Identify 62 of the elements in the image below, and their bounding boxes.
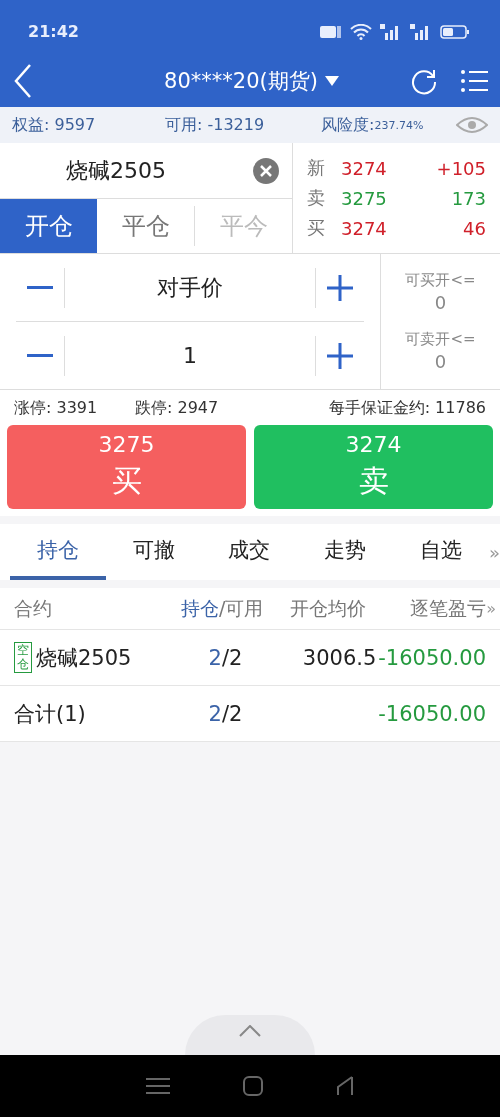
buy-button[interactable]: 3275 买 <box>7 425 246 509</box>
contract-cell-text: 合计(1) <box>14 700 86 728</box>
up-limit-text: 涨停: 3391 <box>14 398 99 419</box>
equity-text: 权益: 9597 <box>12 114 97 136</box>
caret-icon <box>323 75 340 87</box>
column-header: 合约 <box>14 595 52 621</box>
column-header: 开仓均价 <box>290 595 367 621</box>
stepper-value: 1 <box>182 343 198 368</box>
home-icon[interactable] <box>243 1076 263 1096</box>
menu-icon[interactable] <box>460 68 488 94</box>
risk-value: 237.74% <box>374 118 425 132</box>
list-tab[interactable]: 走势 <box>297 524 394 580</box>
back-icon[interactable] <box>12 63 34 99</box>
held-cell: 2 <box>208 645 222 670</box>
quote-label: 卖 <box>307 186 326 210</box>
limit-value: 0 <box>434 351 447 373</box>
plus-icon[interactable] <box>327 274 353 301</box>
refresh-icon[interactable] <box>410 67 438 95</box>
quote-price: 3275 <box>341 187 388 209</box>
column-header: /可用 <box>218 595 264 621</box>
pnl-cell: -16050.00 <box>378 645 486 670</box>
contract-cell-text: 烧碱2505 <box>36 644 132 672</box>
risk-label: 风险度: <box>321 114 375 136</box>
wifi-icon <box>350 23 372 40</box>
pnl-cell: -16050.00 <box>378 701 486 726</box>
hd-icon <box>320 23 342 40</box>
status-time: 21:42 <box>28 22 79 41</box>
limit-label: 可买开<= <box>405 270 476 290</box>
mode-tab[interactable]: 开仓 <box>0 199 97 253</box>
available-text: 可用: -13219 <box>165 114 266 136</box>
quote-change: 173 <box>451 187 486 209</box>
chevron-up-icon <box>239 1025 261 1037</box>
limit-label: 可卖开<= <box>405 330 476 350</box>
quote-change: 46 <box>463 217 486 239</box>
eye-icon[interactable] <box>456 115 488 135</box>
more-columns-arrow[interactable]: » <box>486 599 496 618</box>
quote-label: 新 <box>307 156 326 180</box>
quote-price: 3274 <box>341 157 388 179</box>
list-tab[interactable]: 持仓 <box>10 524 106 580</box>
plus-icon[interactable] <box>327 342 353 369</box>
more-tabs-arrow[interactable]: » <box>489 541 500 563</box>
stepper-value: 对手价 <box>156 273 224 302</box>
limit-value: 0 <box>434 291 447 313</box>
list-tab[interactable]: 自选 <box>393 524 489 580</box>
down-limit-text: 跌停: 2947 <box>135 398 220 419</box>
quote-label: 买 <box>307 216 326 240</box>
list-tab[interactable]: 成交 <box>201 524 298 580</box>
recents-icon[interactable] <box>146 1077 171 1095</box>
short-position-tag: 空仓 <box>14 642 32 673</box>
margin-text: 每手保证金约: 11786 <box>328 398 486 419</box>
quote-price: 3274 <box>341 217 388 239</box>
available-cell: /2 <box>222 701 243 726</box>
clear-icon[interactable] <box>252 156 280 185</box>
battery-icon <box>440 23 470 40</box>
held-cell: 2 <box>208 701 222 726</box>
column-header: 逐笔盈亏 <box>410 595 487 621</box>
back-icon[interactable] <box>335 1076 354 1096</box>
available-cell: /2 <box>222 645 243 670</box>
avg-price-cell: 3006.5 <box>302 645 377 670</box>
list-tab[interactable]: 可撤 <box>105 524 202 580</box>
column-header: 持仓 <box>180 595 219 621</box>
quote-change: +105 <box>436 157 486 179</box>
